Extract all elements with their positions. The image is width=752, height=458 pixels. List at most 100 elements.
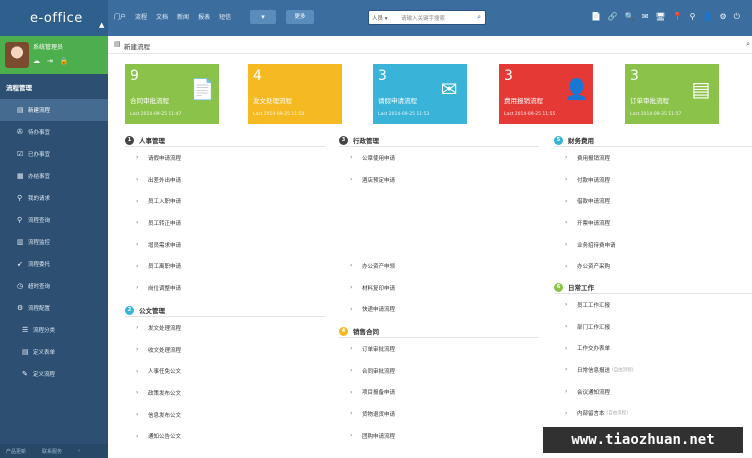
user-icon[interactable]: ▲	[99, 21, 104, 29]
workflow-link[interactable]: › 办公资产申领	[339, 255, 539, 277]
chevron-right-icon: ›	[350, 154, 353, 162]
workflow-link[interactable]: › 发文处理流程	[125, 317, 325, 339]
workflow-link[interactable]: › 费用报销流程	[554, 147, 752, 169]
workflow-link-label: 团购申请流程	[362, 433, 396, 440]
workflow-link[interactable]: › 团购申请流程	[339, 425, 539, 447]
search-icon[interactable]: ⌕	[477, 13, 481, 22]
nav-item-workflow[interactable]: 流程	[135, 12, 147, 21]
workflow-link[interactable]: › 员工转正申请	[125, 212, 325, 234]
workflow-link-label: 合同审批流程	[362, 368, 396, 375]
header-search-icon[interactable]: ⌕	[746, 40, 750, 49]
nav-item-sms[interactable]: 短信	[219, 12, 231, 21]
sidebar-item[interactable]: ✎ 定义流程	[0, 363, 108, 385]
workflow-link[interactable]: › 通知公告公文	[125, 425, 325, 447]
sidebar-item[interactable]: ⚲ 流程查询	[0, 209, 108, 231]
search-scope-select[interactable]: 人员 ▾	[372, 14, 388, 22]
workflow-link[interactable]: › 开票申请流程	[554, 212, 752, 234]
sidebar-item-label: 流程配置	[28, 306, 51, 312]
workflow-link[interactable]: › 工作交办表单	[554, 337, 752, 359]
workflow-link[interactable]: › 办公资产采购	[554, 255, 752, 277]
avatar[interactable]	[5, 42, 29, 68]
location-icon[interactable]: 📍	[673, 12, 683, 22]
workflow-link[interactable]: › 业务招待费申请	[554, 234, 752, 256]
link-icon[interactable]: 🔗	[608, 12, 618, 22]
workflow-link[interactable]: › 出差外出申请	[125, 169, 325, 191]
sidebar-item-label: 定义流程	[33, 372, 56, 378]
chevron-right-icon: ›	[136, 154, 139, 162]
sidebar-item[interactable]: ✇ 待办事宜	[0, 121, 108, 143]
sidebar-item[interactable]: ⚲ 我的请求	[0, 187, 108, 209]
product-update-link[interactable]: 产品更新	[6, 448, 26, 455]
nav-item-news[interactable]: 新闻	[177, 12, 189, 21]
chevron-right-icon: ›	[350, 410, 353, 418]
cloud-icon[interactable]: ☁	[33, 57, 40, 65]
sidebar-item[interactable]: ➹ 流程委托	[0, 253, 108, 275]
sidebar-item[interactable]: ◷ 超时查询	[0, 275, 108, 297]
monitor-icon[interactable]: 🖥	[656, 12, 666, 22]
sidebar-item[interactable]: ▥ 流程监控	[0, 231, 108, 253]
workflow-link[interactable]: › 请假申请流程	[125, 147, 325, 169]
sidebar-item[interactable]: ▤ 定义表单	[0, 341, 108, 363]
workflow-link-label: 员工离职申请	[148, 264, 182, 271]
workflow-link[interactable]: › 收文处理流程	[125, 339, 325, 361]
workflow-link[interactable]: › 快递申请流程	[339, 298, 539, 320]
global-search[interactable]: 人员 ▾ 请输入关键字搜索 ⌕	[368, 10, 486, 25]
workflow-link[interactable]: › 人事任免公文	[125, 360, 325, 382]
workflow-link[interactable]: › 公章使用申请	[339, 147, 539, 169]
workflow-link[interactable]: › 日常信息报送 (自由流程)	[554, 359, 752, 381]
contact-service-link[interactable]: 联系服务	[42, 448, 62, 455]
workflow-link[interactable]: › 会议通知流程	[554, 381, 752, 403]
workflow-tile[interactable]: 3 费用报销流程 Last 2014-09-25 11:55 👤	[499, 64, 593, 124]
nav-more-button[interactable]: 更多	[286, 10, 314, 24]
workflow-tile[interactable]: 9 合同审批流程 Last 2014-09-25 11:47 📄	[125, 64, 219, 124]
tile-count: 9	[130, 68, 139, 84]
mail-icon[interactable]: ✉	[642, 12, 649, 22]
search-input[interactable]: 请输入关键字搜索	[401, 14, 445, 22]
tile-date: Last 2014-09-25 11:47	[130, 112, 182, 117]
workflow-tile[interactable]: 3 请假申请流程 Last 2014-09-25 11:53 ✉	[373, 64, 467, 124]
workflow-link[interactable]: › 员工入职申请	[125, 190, 325, 212]
app-logo[interactable]: e-office	[30, 11, 83, 26]
workflow-tile[interactable]: 3 订单审批流程 Last 2014-09-25 11:57 ▤	[625, 64, 719, 124]
workflow-link[interactable]: › 材料复印申请	[339, 277, 539, 299]
logout-icon[interactable]: ⇥	[47, 57, 53, 65]
workflow-link-label: 出差外出申请	[148, 177, 182, 184]
collapse-sidebar-icon[interactable]: ‹	[78, 448, 80, 454]
workflow-link[interactable]: › 项目报备申请	[339, 381, 539, 403]
nav-item-documents[interactable]: 文档	[156, 12, 168, 21]
document-icon[interactable]: 📄	[591, 12, 601, 22]
sidebar-item[interactable]: ☑ 已办事宜	[0, 143, 108, 165]
sidebar-item[interactable]: ▤ 新建流程	[0, 99, 108, 121]
chevron-right-icon: ›	[136, 197, 139, 205]
nav-more-dropdown[interactable]: ▾	[250, 10, 276, 24]
workflow-link[interactable]: › 合同审批流程	[339, 360, 539, 382]
profile-icon[interactable]: 👤	[703, 12, 713, 22]
workflow-link[interactable]: › 员工离职申请	[125, 255, 325, 277]
workflow-link[interactable]: › 政策发布公文	[125, 382, 325, 404]
search-tool-icon[interactable]: 🔍	[625, 12, 635, 22]
sidebar-item[interactable]: ☰ 流程分类	[0, 319, 108, 341]
nav-item-reports[interactable]: 报表	[198, 12, 210, 21]
workflow-link[interactable]: › 借款申请流程	[554, 190, 752, 212]
person-search-icon[interactable]: ⚲	[690, 12, 696, 22]
workflow-link[interactable]: › 员工工作汇报	[554, 294, 752, 316]
power-icon[interactable]: ⏻	[734, 12, 740, 22]
workflow-link[interactable]: › 内部留言本 (自由流程)	[554, 402, 752, 424]
chevron-right-icon: ›	[565, 409, 568, 417]
lock-icon[interactable]: 🔒	[60, 57, 69, 65]
workflow-link[interactable]: › 货物退货申请	[339, 403, 539, 425]
nav-item-portal[interactable]: 门户	[114, 12, 126, 21]
sidebar-item[interactable]: ⚙ 流程配置	[0, 297, 108, 319]
workflow-link[interactable]: › 增员需求申请	[125, 234, 325, 256]
workflow-tile[interactable]: 4 发文处理流程 Last 2014-09-25 11:50	[248, 64, 342, 124]
workflow-link[interactable]: › 订单审批流程	[339, 338, 539, 360]
tile-title: 请假申请流程	[378, 97, 417, 105]
workflow-link[interactable]: › 付款申请流程	[554, 169, 752, 191]
gear-icon[interactable]: ⚙	[720, 12, 727, 22]
workflow-link[interactable]: › 岗位调整申请	[125, 277, 325, 299]
workflow-link[interactable]: › 部门工作汇报	[554, 316, 752, 338]
workflow-link[interactable]: › 信息发布公文	[125, 404, 325, 426]
workflow-link[interactable]: › 酒店预定申请	[339, 169, 539, 191]
sidebar-item[interactable]: ▦ 办结事宜	[0, 165, 108, 187]
workflow-link-label: 会议通知流程	[577, 389, 611, 396]
